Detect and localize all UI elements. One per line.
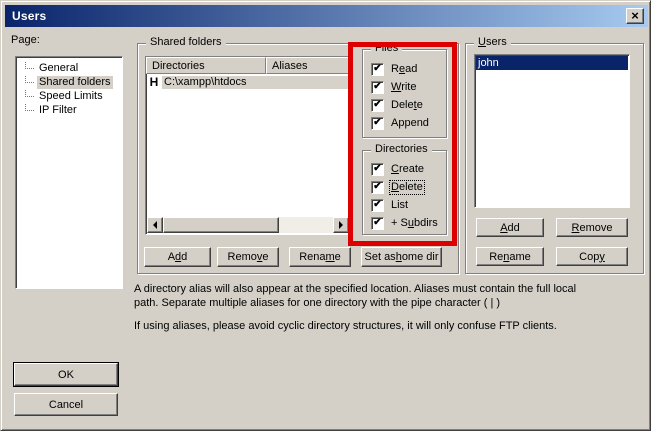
check-icon: ✔ xyxy=(373,118,381,128)
checkbox-label: Write xyxy=(390,81,417,94)
page-item-label: IP Filter xyxy=(37,104,79,117)
alias-note-2: If using aliases, please avoid cyclic di… xyxy=(134,319,596,333)
tree-connector-icon xyxy=(25,104,34,111)
ok-button[interactable]: OK xyxy=(14,363,118,386)
page-item-label: General xyxy=(37,62,80,75)
scroll-right-button[interactable] xyxy=(333,217,349,233)
checkbox-label: Read xyxy=(390,63,418,76)
scrollbar-thumb[interactable] xyxy=(163,217,279,233)
tree-connector-icon xyxy=(25,90,34,97)
users-group-label: Users xyxy=(474,36,511,49)
page-item-speed-limits[interactable]: Speed Limits xyxy=(16,89,122,103)
directory-row[interactable]: H C:\xampp\htdocs xyxy=(146,75,350,89)
checkbox-icon: ✔ xyxy=(371,163,384,176)
title-bar[interactable]: Users × xyxy=(5,5,648,27)
tree-connector-icon xyxy=(25,76,34,83)
copy-user-button[interactable]: Copy xyxy=(556,247,628,266)
check-icon: ✔ xyxy=(373,100,381,110)
remove-folder-button[interactable]: Remove xyxy=(217,247,279,267)
listview-header: Directories Aliases xyxy=(146,57,350,74)
rename-folder-button[interactable]: Rename xyxy=(289,247,351,267)
checkbox-label: Delete xyxy=(390,99,424,112)
column-header-directories[interactable]: Directories xyxy=(146,57,266,74)
checkbox-read[interactable]: ✔ Read xyxy=(371,62,418,76)
checkbox-delete-file[interactable]: ✔ Delete xyxy=(371,98,424,112)
page-item-label: Shared folders xyxy=(37,76,113,89)
page-label: Page: xyxy=(11,34,40,46)
users-list: john xyxy=(474,54,630,208)
scroll-right-icon xyxy=(339,221,347,229)
alias-notes: A directory alias will also appear at th… xyxy=(134,282,596,333)
set-as-home-dir-button[interactable]: Set as home dir xyxy=(361,247,442,267)
page-list: General Shared folders Speed Limits IP F… xyxy=(15,56,123,289)
directory-path: C:\xampp\htdocs xyxy=(162,76,350,89)
checkbox-write[interactable]: ✔ Write xyxy=(371,80,417,94)
window-title: Users xyxy=(12,9,46,23)
checkbox-append[interactable]: ✔ Append xyxy=(371,116,430,130)
rename-user-button[interactable]: Rename xyxy=(476,247,544,266)
close-icon: × xyxy=(631,11,639,21)
check-icon: ✔ xyxy=(373,164,381,174)
checkbox-icon: ✔ xyxy=(371,99,384,112)
checkbox-create[interactable]: ✔ Create xyxy=(371,162,425,176)
checkbox-icon: ✔ xyxy=(371,217,384,230)
page-item-general[interactable]: General xyxy=(16,61,122,75)
user-row-john[interactable]: john xyxy=(476,56,628,70)
add-user-button[interactable]: Add xyxy=(476,218,544,237)
checkbox-label: + Subdirs xyxy=(390,217,439,230)
remove-user-button[interactable]: Remove xyxy=(556,218,628,237)
checkbox-delete-dir[interactable]: ✔ Delete xyxy=(371,180,424,194)
checkbox-icon: ✔ xyxy=(371,63,384,76)
checkbox-label: Create xyxy=(390,163,425,176)
files-group-label: Files xyxy=(371,42,402,55)
directories-permissions-group: Directories ✔ Create ✔ Delete ✔ List ✔ +… xyxy=(362,150,447,235)
checkbox-icon: ✔ xyxy=(371,117,384,130)
alias-note-1: A directory alias will also appear at th… xyxy=(134,282,596,310)
checkbox-icon: ✔ xyxy=(371,81,384,94)
checkbox-list[interactable]: ✔ List xyxy=(371,198,409,212)
checkbox-label: Delete xyxy=(390,181,424,194)
check-icon: ✔ xyxy=(373,218,381,228)
scroll-left-icon xyxy=(149,221,157,229)
horizontal-scrollbar[interactable] xyxy=(147,217,349,233)
users-dialog: Users × Page: General Shared folders Spe… xyxy=(0,0,651,431)
directories-listview: Directories Aliases H C:\xampp\htdocs xyxy=(145,56,351,235)
check-icon: ✔ xyxy=(373,200,381,210)
column-header-aliases[interactable]: Aliases xyxy=(266,57,350,74)
home-marker: H xyxy=(146,75,162,89)
page-item-label: Speed Limits xyxy=(37,90,105,103)
directories-group-label: Directories xyxy=(371,143,432,156)
check-icon: ✔ xyxy=(373,82,381,92)
shared-folders-group-label: Shared folders xyxy=(146,36,226,49)
scroll-left-button[interactable] xyxy=(147,217,163,233)
close-button[interactable]: × xyxy=(626,8,644,24)
page-item-shared-folders[interactable]: Shared folders xyxy=(16,75,122,89)
checkbox-label: Append xyxy=(390,117,430,130)
files-permissions-group: Files ✔ Read ✔ Write ✔ Delete ✔ Append xyxy=(362,49,447,138)
checkbox-icon: ✔ xyxy=(371,199,384,212)
check-icon: ✔ xyxy=(373,64,381,74)
page-item-ip-filter[interactable]: IP Filter xyxy=(16,103,122,117)
checkbox-icon: ✔ xyxy=(371,181,384,194)
add-folder-button[interactable]: Add xyxy=(144,247,211,267)
tree-connector-icon xyxy=(25,62,34,69)
cancel-button[interactable]: Cancel xyxy=(14,393,118,416)
checkbox-label: List xyxy=(390,199,409,212)
checkbox-subdirs[interactable]: ✔ + Subdirs xyxy=(371,216,439,230)
check-icon: ✔ xyxy=(373,182,381,192)
